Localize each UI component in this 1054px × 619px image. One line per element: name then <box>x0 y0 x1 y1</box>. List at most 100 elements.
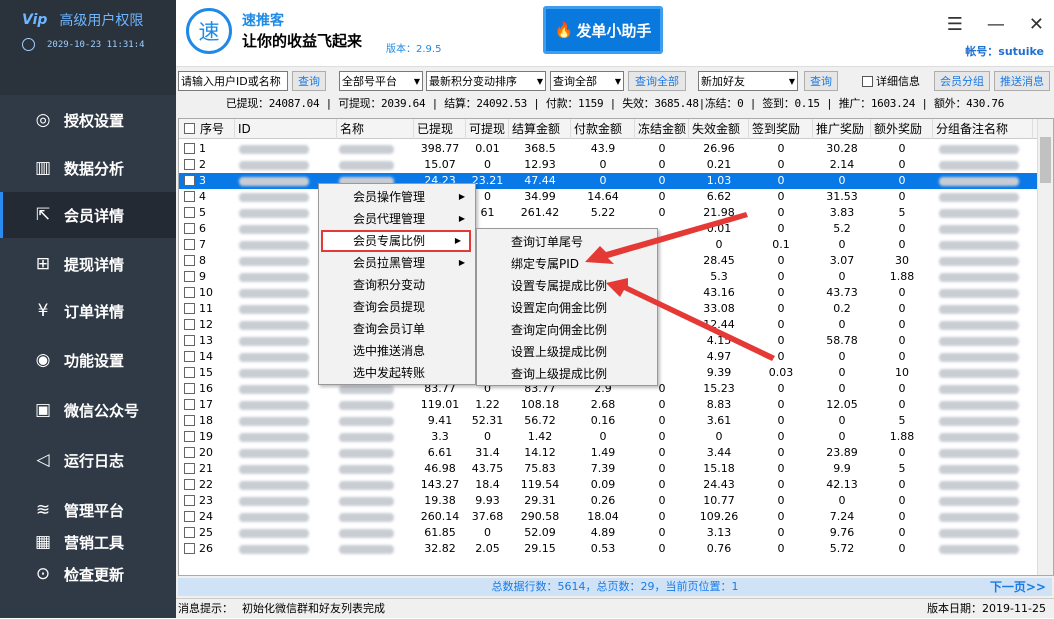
column-header[interactable]: 已提现 <box>414 119 466 139</box>
row-checkbox[interactable] <box>184 239 195 250</box>
row-checkbox[interactable] <box>184 223 195 234</box>
table-row[interactable]: 4 0 34.99 14.64 0 6.62 0 31.53 0 <box>179 189 1037 205</box>
row-checkbox[interactable] <box>184 335 195 346</box>
row-checkbox[interactable] <box>184 543 195 554</box>
row-checkbox[interactable] <box>184 447 195 458</box>
row-checkbox[interactable] <box>184 319 195 330</box>
search-button[interactable]: 查询 <box>292 71 326 91</box>
assistant-banner[interactable]: 🔥 发单小助手 <box>543 6 663 54</box>
column-header[interactable]: 失效金额 <box>689 119 749 139</box>
submenu-item[interactable]: 绑定专属PID <box>477 253 655 275</box>
context-menu-item[interactable]: 选中推送消息 <box>319 340 473 362</box>
close-icon[interactable]: ✕ <box>1029 14 1044 35</box>
sidebar-item-5[interactable]: ◉ 功能设置 <box>0 337 176 383</box>
submenu-item[interactable]: 设置上级提成比例 <box>477 341 655 363</box>
submenu-item[interactable]: 查询上级提成比例 <box>477 363 655 385</box>
column-header[interactable]: ID <box>235 119 337 139</box>
row-checkbox[interactable] <box>184 399 195 410</box>
row-checkbox[interactable] <box>184 479 195 490</box>
row-checkbox[interactable] <box>184 431 195 442</box>
column-header[interactable]: 序号 <box>197 119 235 139</box>
platform-select[interactable]: 全部号平台 ▼ <box>339 71 423 91</box>
column-header[interactable]: 额外奖励 <box>871 119 933 139</box>
row-checkbox[interactable] <box>184 511 195 522</box>
row-checkbox[interactable] <box>184 495 195 506</box>
row-checkbox[interactable] <box>184 159 195 170</box>
row-checkbox[interactable] <box>184 351 195 362</box>
table-row[interactable]: 1 398.77 0.01 368.5 43.9 0 26.96 0 30.28 0 <box>179 141 1037 157</box>
column-header[interactable]: 分组备注名称 <box>933 119 1033 139</box>
context-menu-item[interactable]: 查询会员订单 <box>319 318 473 340</box>
sort-select[interactable]: 最新积分变动排序 ▼ <box>426 71 546 91</box>
sidebar-item-8[interactable]: ≋ 管理平台 <box>0 494 176 526</box>
row-checkbox[interactable] <box>184 287 195 298</box>
sidebar-item-3[interactable]: ⊞ 提现详情 <box>0 241 176 287</box>
context-menu-item[interactable]: 查询会员提现 <box>319 296 473 318</box>
menu-icon[interactable]: ☰ <box>947 14 963 35</box>
vertical-scrollbar[interactable] <box>1037 119 1053 575</box>
column-header[interactable]: 名称 <box>337 119 414 139</box>
context-menu-item[interactable]: 会员拉黑管理 ▶ <box>319 252 473 274</box>
sidebar-item-2[interactable]: ⇱ 会员详情 <box>0 192 176 238</box>
relation-select[interactable]: 新加好友 ▼ <box>698 71 798 91</box>
column-header[interactable]: 推广奖励 <box>813 119 871 139</box>
table-row[interactable]: 23 19.38 9.93 29.31 0.26 0 10.77 0 0 0 <box>179 493 1037 509</box>
context-menu-item[interactable]: 选中发起转账 <box>319 362 473 384</box>
table-row[interactable]: 5 61 261.42 5.22 0 21.98 0 3.83 5 <box>179 205 1037 221</box>
push-message-button[interactable]: 推送消息 <box>994 71 1050 91</box>
member-group-button[interactable]: 会员分组 <box>934 71 990 91</box>
column-header[interactable]: 签到奖励 <box>749 119 813 139</box>
table-row[interactable]: 2 15.07 0 12.93 0 0 0.21 0 2.14 0 <box>179 157 1037 173</box>
row-checkbox[interactable] <box>184 271 195 282</box>
row-checkbox[interactable] <box>184 255 195 266</box>
sidebar-item-0[interactable]: ◎ 授权设置 <box>0 97 176 143</box>
row-checkbox[interactable] <box>184 527 195 538</box>
query-all-button[interactable]: 查询全部 <box>628 71 686 91</box>
row-checkbox[interactable] <box>184 367 195 378</box>
column-header[interactable]: 结算金额 <box>509 119 571 139</box>
sidebar-item-9[interactable]: ▦ 营销工具 <box>0 526 176 558</box>
next-page-link[interactable]: 下一页>> <box>990 578 1046 596</box>
table-row[interactable]: 22 143.27 18.4 119.54 0.09 0 24.43 0 42.13 0 <box>179 477 1037 493</box>
sidebar-item-6[interactable]: ▣ 微信公众号 <box>0 387 176 433</box>
sidebar-item-7[interactable]: ◁ 运行日志 <box>0 437 176 483</box>
table-row[interactable]: 20 6.61 31.4 14.12 1.49 0 3.44 0 23.89 0 <box>179 445 1037 461</box>
row-checkbox[interactable] <box>184 383 195 394</box>
table-row[interactable]: 19 3.3 0 1.42 0 0 0 0 0 1.88 <box>179 429 1037 445</box>
row-checkbox[interactable] <box>184 303 195 314</box>
table-row[interactable]: 17 119.01 1.22 108.18 2.68 0 8.83 0 12.05 0 <box>179 397 1037 413</box>
details-checkbox[interactable]: 详细信息 <box>862 71 928 91</box>
row-checkbox[interactable] <box>184 175 195 186</box>
column-header[interactable]: 付款金额 <box>571 119 635 139</box>
search-input[interactable]: 请输入用户ID或名称 <box>178 71 288 91</box>
table-row[interactable]: 24 260.14 37.68 290.58 18.04 0 109.26 0 7.24 0 <box>179 509 1037 525</box>
sidebar-item-4[interactable]: ¥ 订单详情 <box>0 288 176 334</box>
context-menu-item[interactable]: 会员代理管理 ▶ <box>319 208 473 230</box>
context-menu-item[interactable]: 会员操作管理 ▶ <box>319 186 473 208</box>
table-row[interactable]: 26 32.82 2.05 29.15 0.53 0 0.76 0 5.72 0 <box>179 541 1037 557</box>
table-cell: 5 <box>898 414 906 427</box>
row-checkbox[interactable] <box>184 191 195 202</box>
row-checkbox[interactable] <box>184 463 195 474</box>
submenu-item[interactable]: 设置定向佣金比例 <box>477 297 655 319</box>
select-all-checkbox[interactable] <box>184 123 195 134</box>
submenu-item[interactable]: 查询订单尾号 <box>477 231 655 253</box>
row-checkbox[interactable] <box>184 143 195 154</box>
table-row[interactable]: 18 9.41 52.31 56.72 0.16 0 3.61 0 0 5 <box>179 413 1037 429</box>
query-button[interactable]: 查询 <box>804 71 838 91</box>
row-checkbox[interactable] <box>184 207 195 218</box>
submenu-item[interactable]: 设置专属提成比例 <box>477 275 655 297</box>
sidebar-item-10[interactable]: ⊙ 检查更新 <box>0 558 176 590</box>
column-header[interactable]: 冻结金额 <box>635 119 689 139</box>
table-row[interactable]: 21 46.98 43.75 75.83 7.39 0 15.18 0 9.9 5 <box>179 461 1037 477</box>
column-header[interactable]: 可提现 <box>466 119 509 139</box>
row-checkbox[interactable] <box>184 415 195 426</box>
filter-select[interactable]: 查询全部 ▼ <box>550 71 624 91</box>
table-row[interactable]: 3 24.23 23.21 47.44 0 0 1.03 0 0 0 <box>179 173 1037 189</box>
context-menu-item[interactable]: 查询积分变动 <box>319 274 473 296</box>
table-row[interactable]: 25 61.85 0 52.09 4.89 0 3.13 0 9.76 0 <box>179 525 1037 541</box>
minimize-icon[interactable]: — <box>987 14 1005 35</box>
sidebar-item-1[interactable]: ▥ 数据分析 <box>0 145 176 191</box>
submenu-item[interactable]: 查询定向佣金比例 <box>477 319 655 341</box>
context-menu-item[interactable]: 会员专属比例 ▶ <box>321 230 471 252</box>
